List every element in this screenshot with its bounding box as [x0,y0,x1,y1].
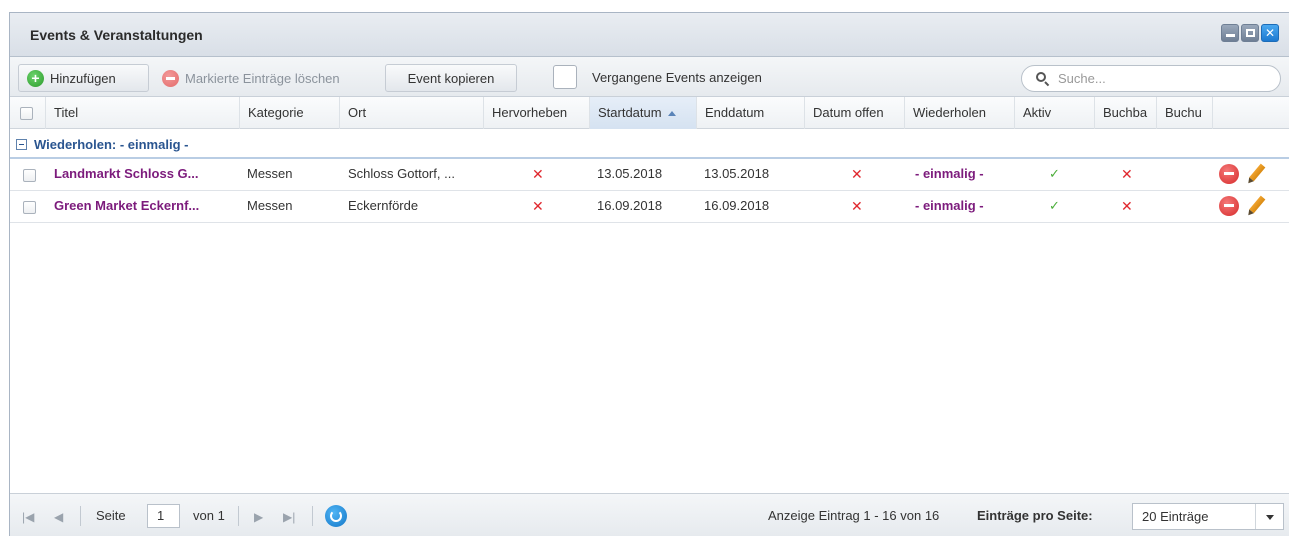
first-page-icon[interactable]: |◀ [22,510,34,524]
x-icon: ✕ [1121,166,1133,182]
minimize-icon [1226,34,1235,37]
select-all-checkbox[interactable] [20,107,33,120]
column-header-label: Aktiv [1023,105,1052,120]
row-ort: Schloss Gottorf, ... [348,166,455,181]
row-startdatum: 13.05.2018 [597,166,663,181]
column-header-aktiv[interactable]: Aktiv [1015,97,1095,129]
sort-ascending-icon [667,111,676,117]
refresh-icon[interactable] [325,505,347,527]
select-all-cell [10,97,46,129]
toolbar: + Hinzufügen Markierte Einträge löschen … [10,57,1289,97]
group-label: Wiederholen: - einmalig - [34,137,189,152]
add-button[interactable]: + Hinzufügen [18,64,149,92]
column-header-label: Buchba [1103,105,1148,120]
window-titlebar: Events & Veranstaltungen ✕ [10,13,1289,57]
entries-summary: Anzeige Eintrag 1 - 16 von 16 [768,508,940,523]
column-header-label: Wiederholen [913,105,986,120]
delete-selected-button[interactable]: Markierte Einträge löschen [154,64,348,92]
pencil-icon[interactable] [1245,195,1266,218]
group-header-row[interactable]: Wiederholen: - einmalig - [10,129,1289,159]
chevron-down-icon[interactable] [1255,504,1283,529]
column-header-datum-offen[interactable]: Datum offen [805,97,905,129]
column-header-titel[interactable]: Titel [46,97,240,129]
page-count-label: von 1 [193,508,225,523]
check-icon: ✓ [1049,198,1060,213]
show-past-events-checkbox[interactable] [553,65,577,89]
row-enddatum: 13.05.2018 [704,166,770,181]
maximize-icon [1246,29,1255,37]
pagination-bar: |◀ ◀ Seite 1 von 1 ▶ ▶| Anzeige Eintrag … [10,493,1289,536]
row-titel[interactable]: Landmarkt Schloss G... [54,159,238,191]
column-header-label: Startdatum [598,105,662,120]
copy-event-button[interactable]: Event kopieren [385,64,517,92]
row-kategorie: Messen [247,198,293,213]
delete-icon[interactable] [1219,164,1239,184]
x-icon: ✕ [1121,198,1133,214]
pencil-icon[interactable] [1245,163,1266,186]
column-header-label: Titel [54,105,79,120]
show-past-events-label: Vergangene Events anzeigen [592,70,762,85]
search-icon [1036,71,1050,86]
pager-divider [80,506,81,526]
check-icon: ✓ [1049,166,1060,181]
column-header-startdatum[interactable]: Startdatum [590,97,697,129]
next-page-icon[interactable]: ▶ [254,510,263,524]
row-wiederholen: - einmalig - [915,198,984,213]
per-page-label: Einträge pro Seite: [977,508,1093,523]
delete-icon[interactable] [1219,196,1239,216]
pager-divider [312,506,313,526]
x-icon: ✕ [851,198,863,214]
per-page-value: 20 Einträge [1142,509,1209,524]
column-header-label: Enddatum [705,105,765,120]
column-header-label: Hervorheben [492,105,568,120]
column-header-kategorie[interactable]: Kategorie [240,97,340,129]
row-checkbox[interactable] [23,201,36,214]
page-number-input[interactable]: 1 [147,504,180,528]
minimize-button[interactable] [1221,24,1239,42]
events-window: Events & Veranstaltungen ✕ + Hinzufügen … [9,12,1289,536]
row-titel[interactable]: Green Market Eckernf... [54,191,238,223]
table-row[interactable]: Green Market Eckernf... Messen Eckernför… [10,191,1289,223]
grid-header: Titel Kategorie Ort Hervorheben Startdat… [10,97,1289,129]
per-page-select[interactable]: 20 Einträge [1132,503,1284,530]
previous-page-icon[interactable]: ◀ [54,510,63,524]
column-header-buchbar[interactable]: Buchba [1095,97,1157,129]
column-header-wiederholen[interactable]: Wiederholen [905,97,1015,129]
row-kategorie: Messen [247,166,293,181]
last-page-icon[interactable]: ▶| [283,510,295,524]
close-icon: ✕ [1264,26,1276,40]
window-title: Events & Veranstaltungen [30,27,203,43]
maximize-button[interactable] [1241,24,1259,42]
window-controls: ✕ [1221,24,1279,42]
column-header-ort[interactable]: Ort [340,97,484,129]
row-ort: Eckernförde [348,198,419,213]
x-icon: ✕ [851,166,863,182]
table-row[interactable]: Landmarkt Schloss G... Messen Schloss Go… [10,159,1289,191]
column-header-label: Kategorie [248,105,304,120]
column-header-label: Buchu [1165,105,1202,120]
page-label: Seite [96,508,126,523]
copy-event-label: Event kopieren [407,70,495,86]
column-header-enddatum[interactable]: Enddatum [697,97,805,129]
collapse-group-icon[interactable] [16,139,27,150]
row-enddatum: 16.09.2018 [704,198,770,213]
plus-circle-icon: + [27,69,44,87]
pager-divider [238,506,239,526]
row-checkbox[interactable] [23,169,36,182]
search-box[interactable] [1021,65,1281,92]
row-startdatum: 16.09.2018 [597,198,663,213]
search-input[interactable] [1058,71,1258,86]
add-button-label: Hinzufügen [50,70,116,86]
row-wiederholen: - einmalig - [915,166,984,181]
x-icon: ✕ [532,166,544,182]
column-header-hervorheben[interactable]: Hervorheben [484,97,590,129]
column-header-buchung[interactable]: Buchu [1157,97,1213,129]
column-header-label: Datum offen [813,105,884,120]
close-button[interactable]: ✕ [1261,24,1279,42]
column-header-label: Ort [348,105,367,120]
delete-selected-label: Markierte Einträge löschen [185,70,340,86]
minus-circle-icon [162,69,179,87]
x-icon: ✕ [532,198,544,214]
